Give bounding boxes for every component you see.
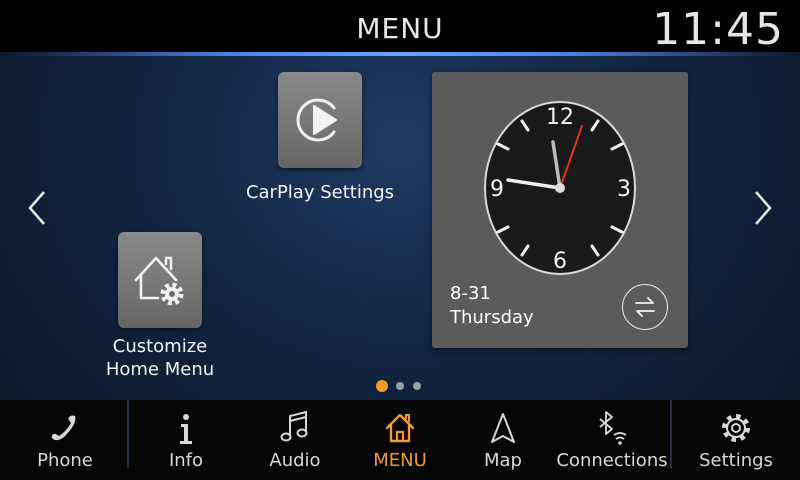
clock-numeral-9: 9 (490, 177, 504, 202)
customize-home-menu-label: Customize Home Menu (90, 335, 230, 381)
page-indicator (376, 380, 426, 394)
nav-phone-label: Phone (37, 450, 93, 471)
weekday-value: Thursday (450, 307, 534, 328)
date-display: 8-31 Thursday (450, 282, 534, 330)
previous-page-button[interactable] (20, 188, 56, 228)
bottom-nav-bar: Phone Info Audio MENU Map Connections Se… (0, 400, 800, 480)
nav-settings-label: Settings (699, 450, 773, 471)
carplay-settings-label: CarPlay Settings (245, 182, 395, 203)
header-divider (0, 52, 800, 56)
clock-center-pin (555, 183, 565, 193)
nav-info[interactable]: Info (130, 400, 242, 480)
home-gear-icon (134, 256, 184, 306)
customize-home-menu-tile[interactable] (118, 232, 202, 328)
customize-label-line1: Customize (112, 336, 208, 357)
date-value: 8-31 (450, 283, 491, 304)
chevron-right-icon (755, 191, 772, 225)
home-icon (385, 413, 415, 443)
nav-phone[interactable]: Phone (8, 400, 122, 480)
nav-map[interactable]: Map (452, 400, 554, 480)
swap-arrows-icon (635, 297, 655, 317)
music-note-icon (280, 410, 308, 442)
clock-numeral-3: 3 (617, 177, 631, 202)
clock-numeral-12: 12 (546, 105, 574, 130)
carplay-settings-tile[interactable] (278, 72, 362, 168)
analog-clock-face: 12 3 6 9 (484, 101, 636, 275)
bluetooth-wifi-icon (599, 411, 627, 445)
nav-divider (127, 400, 129, 468)
nav-settings[interactable]: Settings (672, 400, 800, 480)
nav-connections-label: Connections (556, 450, 668, 471)
clock-numeral-6: 6 (553, 249, 567, 274)
nav-map-label: Map (484, 450, 522, 471)
status-time: 11:45 (652, 4, 784, 55)
page-dot-1 (376, 380, 388, 392)
clock-widget[interactable]: 12 3 6 9 8-31 Thursday (432, 72, 688, 348)
carplay-play-icon (296, 98, 337, 142)
page-dot-2 (396, 382, 404, 390)
nav-connections[interactable]: Connections (554, 400, 670, 480)
gear-icon (722, 414, 750, 442)
customize-label-line2: Home Menu (105, 359, 215, 380)
switch-clock-button[interactable] (622, 284, 668, 330)
navigation-arrow-icon (491, 413, 515, 443)
nav-info-label: Info (168, 450, 204, 471)
nav-menu[interactable]: MENU (348, 400, 452, 480)
info-icon (180, 414, 192, 444)
phone-icon (51, 415, 76, 441)
nav-audio[interactable]: Audio (242, 400, 348, 480)
chevron-left-icon (28, 191, 45, 225)
page-dot-3 (413, 382, 421, 390)
nav-audio-label: Audio (269, 450, 321, 471)
nav-menu-label: MENU (373, 450, 427, 471)
next-page-button[interactable] (744, 188, 780, 228)
header-bar: MENU 11:45 (0, 0, 800, 56)
